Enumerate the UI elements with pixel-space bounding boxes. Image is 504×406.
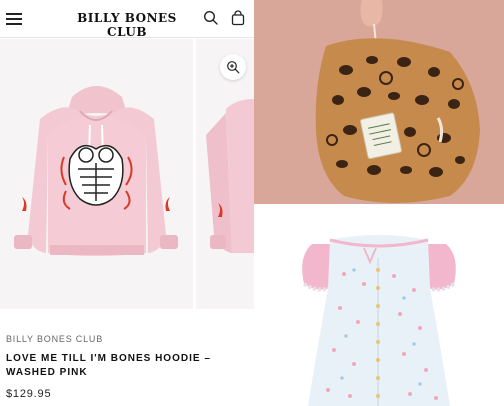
product-image-secondary[interactable] [196, 39, 254, 309]
site-header: BILLY BONES CLUB [0, 0, 254, 39]
product-image-main[interactable] [0, 39, 193, 309]
promo-image-nightgown[interactable] [254, 204, 504, 406]
product-vendor[interactable]: BILLY BONES CLUB [6, 334, 103, 344]
hamburger-menu-icon[interactable] [6, 11, 22, 25]
product-price: $129.95 [6, 388, 52, 400]
promo-image-leopard-bag[interactable] [254, 0, 504, 204]
zoom-in-button[interactable] [220, 54, 246, 80]
product-title[interactable]: LOVE ME TILL I'M BONES HOODIE – WASHED P… [6, 352, 246, 380]
zoom-in-icon [227, 61, 240, 74]
shopping-bag-icon[interactable] [230, 10, 246, 26]
search-icon[interactable] [203, 10, 219, 26]
site-logo[interactable]: BILLY BONES CLUB [72, 11, 182, 39]
